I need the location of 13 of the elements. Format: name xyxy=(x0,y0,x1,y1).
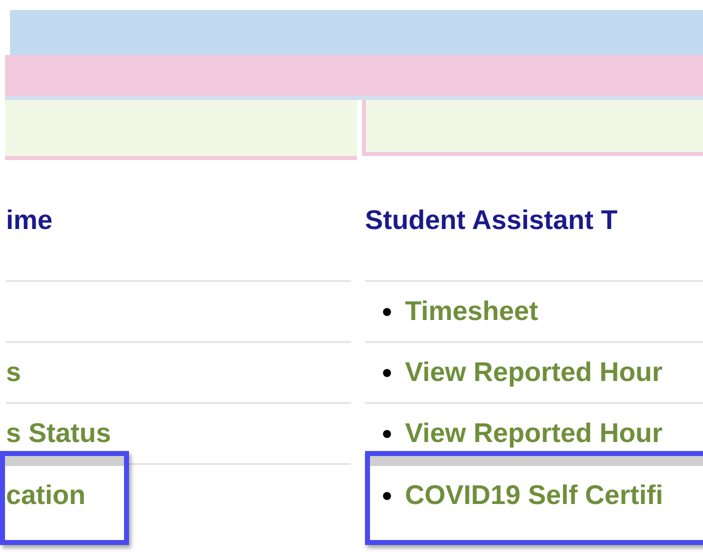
menu-link[interactable]: COVID19 Self Certifi xyxy=(405,482,664,509)
bullet-icon xyxy=(383,368,391,376)
section-heading: ime xyxy=(6,204,53,237)
menu-link[interactable]: cation xyxy=(6,482,86,509)
bullet-icon xyxy=(383,492,391,500)
menu-link[interactable]: View Reported Hour xyxy=(405,420,663,447)
menu-link[interactable]: s xyxy=(6,359,22,386)
menu-link[interactable]: Timesheet xyxy=(405,298,538,325)
bullet-icon xyxy=(383,430,391,438)
menu-link[interactable]: s Status xyxy=(6,420,112,447)
bullet-icon xyxy=(383,308,391,316)
section-heading: Student Assistant T xyxy=(365,204,618,237)
menu-link[interactable]: View Reported Hour xyxy=(405,359,663,386)
